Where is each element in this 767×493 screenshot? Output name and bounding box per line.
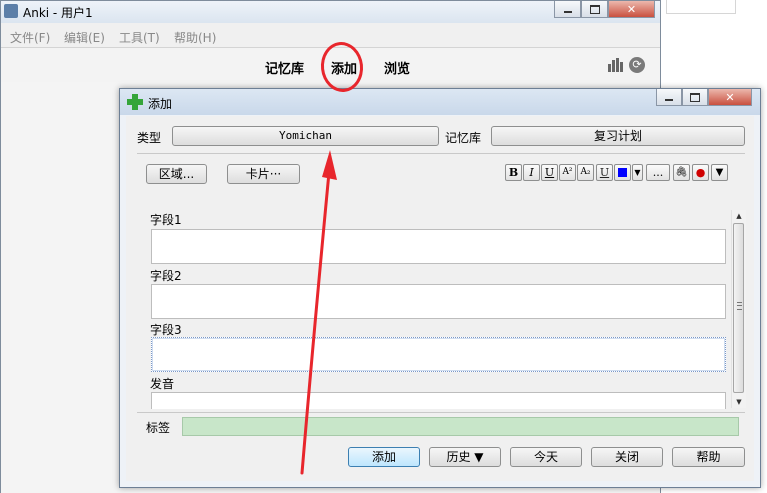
- red-arrow-annotation: [300, 150, 337, 475]
